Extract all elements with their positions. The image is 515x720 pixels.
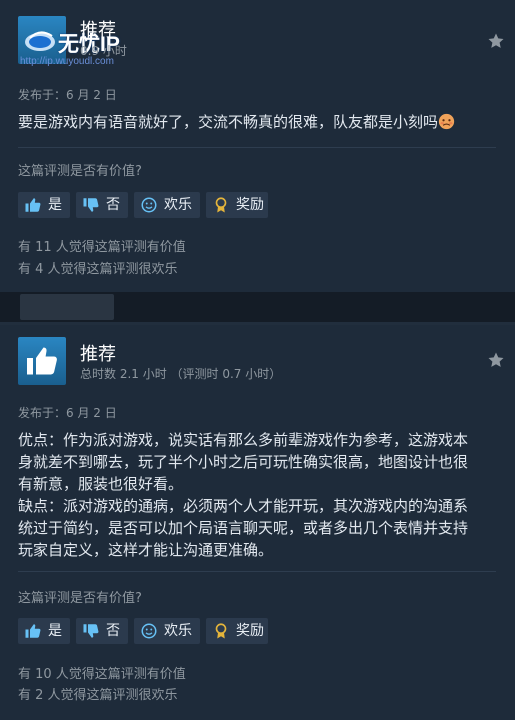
review-card: 推荐 总时数 2.1 小时 （评测时 0.7 小时） 发布于：6 月 2 日 优… (0, 325, 515, 720)
review-text-line: 缺点：派对游戏的通病，必须两个人才能开玩，其次游戏内的沟通系 (18, 497, 469, 515)
playtime: 总时数 2.1 小时 （评测时 0.7 小时） (80, 367, 282, 381)
review-text-line: 统过于简约，是否可以加个局语言聊天呢，或者多出几个表情并支持 (18, 519, 469, 537)
divider (18, 571, 496, 572)
review-text-line: 身就差不到哪去，玩了半个小时之后可玩性确实很高，地图设计也很 (18, 453, 469, 471)
vote-funny-button[interactable]: 欢乐 (134, 618, 200, 644)
smiley-icon (141, 623, 157, 639)
watermark-logo-icon (25, 31, 55, 51)
vote-funny-button[interactable]: 欢乐 (134, 192, 200, 218)
thumbs-up-icon (25, 624, 41, 638)
vote-yes-label: 是 (48, 623, 62, 639)
vote-no-button[interactable]: 否 (76, 618, 128, 644)
recommendation-label: 推荐 (80, 344, 116, 365)
review-body: 要是游戏内有语音就好了，交流不畅真的很难，队友都是小刻吗 (18, 111, 496, 133)
award-label: 奖励 (236, 623, 264, 639)
review-text-line: 有新意，服装也很好看。 (18, 475, 184, 493)
blurred-element (20, 294, 114, 320)
star-icon[interactable] (487, 32, 505, 50)
vote-no-label: 否 (106, 197, 120, 213)
helpful-question: 这篇评测是否有价值? (18, 164, 142, 179)
review-body: 优点：作为派对游戏，说实话有那么多前辈游戏作为参考，这游戏本 身就差不到哪去，玩… (18, 429, 496, 561)
review-card: 无忧IP http://ip.wuyoudl.com 推荐 0.9 小时 发布于… (0, 0, 515, 292)
review-text-line: 玩家自定义，这样才能让沟通更准确。 (18, 541, 274, 559)
vote-funny-label: 欢乐 (164, 197, 192, 213)
helpful-question: 这篇评测是否有价值? (18, 591, 142, 606)
smiley-icon (141, 197, 157, 213)
thumbs-up-icon (27, 347, 57, 375)
thumbs-down-icon (83, 198, 99, 212)
helpful-count: 有 10 人觉得这篇评测有价值 (18, 667, 186, 682)
vote-yes-button[interactable]: 是 (18, 192, 70, 218)
posted-date: 发布于：6 月 2 日 (18, 88, 117, 102)
review-text: 要是游戏内有语音就好了，交流不畅真的很难，队友都是小刻吗 (18, 113, 439, 131)
vote-no-button[interactable]: 否 (76, 192, 128, 218)
funny-count: 有 2 人觉得这篇评测很欢乐 (18, 688, 178, 703)
vote-no-label: 否 (106, 623, 120, 639)
funny-count: 有 4 人觉得这篇评测很欢乐 (18, 262, 178, 277)
award-button[interactable]: 奖励 (206, 192, 268, 218)
thumbs-up-icon (25, 198, 41, 212)
vote-funny-label: 欢乐 (164, 623, 192, 639)
award-ribbon-icon (215, 197, 227, 213)
star-icon[interactable] (487, 351, 505, 369)
divider (18, 147, 496, 148)
vote-yes-button[interactable]: 是 (18, 618, 70, 644)
award-ribbon-icon (215, 623, 227, 639)
thumbs-up-badge-icon (18, 337, 66, 385)
recommendation-label: 推荐 (80, 20, 116, 41)
thumbs-down-icon (83, 624, 99, 638)
review-text-line: 优点：作为派对游戏，说实话有那么多前辈游戏作为参考，这游戏本 (18, 431, 469, 449)
playtime: 0.9 小时 (80, 44, 127, 58)
helpful-count: 有 11 人觉得这篇评测有价值 (18, 240, 186, 255)
posted-date: 发布于：6 月 2 日 (18, 406, 117, 420)
award-label: 奖励 (236, 197, 264, 213)
sad-emoji-icon (438, 113, 455, 130)
vote-yes-label: 是 (48, 197, 62, 213)
award-button[interactable]: 奖励 (206, 618, 268, 644)
